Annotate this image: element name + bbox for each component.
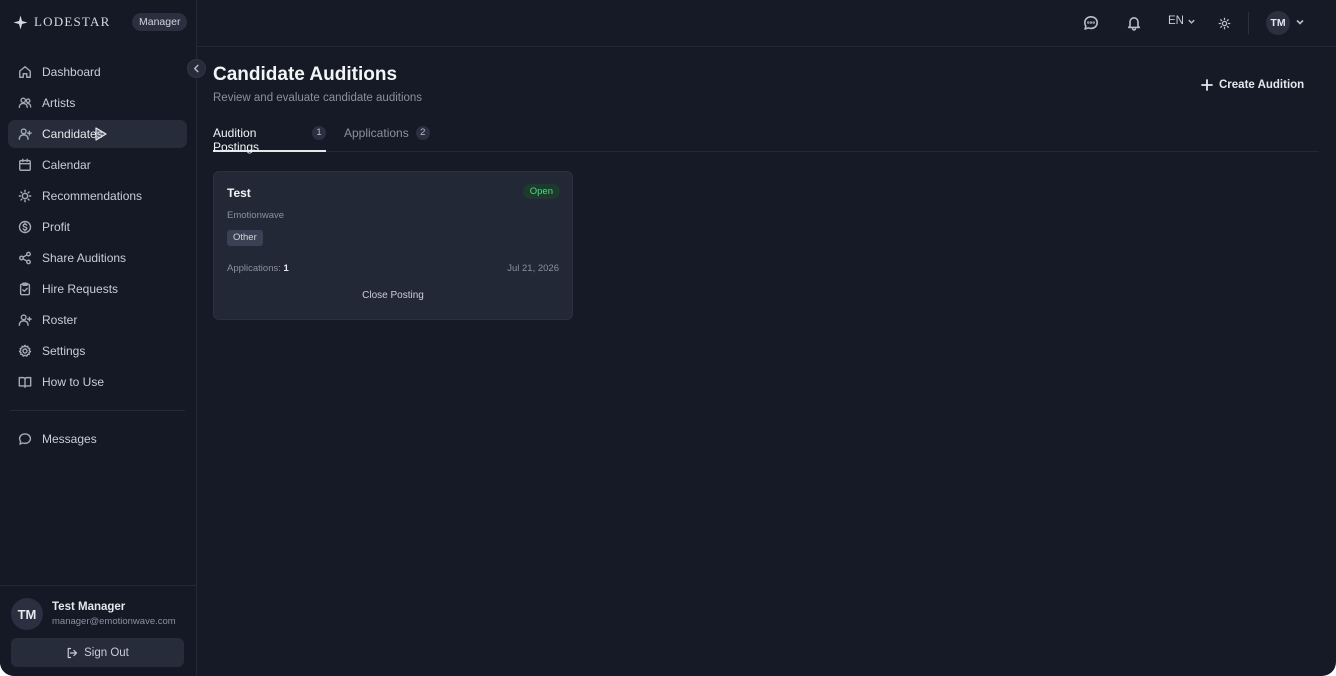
brand-logo[interactable]: LODESTAR xyxy=(13,11,110,33)
brand-name: LODESTAR xyxy=(34,14,111,29)
app-window: LODESTAR Manager Dashboard Artists Candi… xyxy=(0,0,1336,676)
tab-label: Audition Postings xyxy=(213,126,260,154)
sidebar-item-label: Share Auditions xyxy=(42,251,127,265)
sidebar-item-calendar[interactable]: Calendar xyxy=(8,151,187,179)
chat-button[interactable] xyxy=(1080,12,1102,34)
sidebar-item-hire-requests[interactable]: Hire Requests xyxy=(8,275,187,303)
tab-count-badge: 1 xyxy=(312,126,326,140)
sidebar-item-label: How to Use xyxy=(42,375,105,389)
user-menu-avatar[interactable]: TM xyxy=(1266,11,1290,35)
theme-toggle-button[interactable] xyxy=(1213,12,1235,34)
avatar[interactable]: TM xyxy=(11,598,43,630)
chevron-down-icon xyxy=(1188,19,1195,24)
bell-icon xyxy=(1127,17,1141,31)
share-icon xyxy=(18,251,32,265)
sidebar-item-recommendations[interactable]: Recommendations xyxy=(8,182,187,210)
language-selector[interactable]: EN xyxy=(1168,15,1196,27)
create-audition-label: Create Audition xyxy=(1219,79,1305,91)
posting-title: Test xyxy=(227,186,251,200)
sidebar-item-label: Roster xyxy=(42,313,78,327)
lightbulb-icon xyxy=(18,189,32,203)
home-icon xyxy=(18,65,32,79)
nav-divider xyxy=(10,410,185,411)
sidebar-item-label: Settings xyxy=(42,344,86,358)
create-audition-button[interactable]: Create Audition xyxy=(1201,74,1304,96)
sidebar-item-label: Recommendations xyxy=(42,189,143,203)
chat-icon xyxy=(1084,16,1098,30)
posting-date: Jul 21, 2026 xyxy=(507,263,559,274)
sparkle-icon xyxy=(13,14,28,30)
chevron-left-icon xyxy=(193,64,199,73)
sidebar-item-label: Candidates xyxy=(42,127,103,141)
status-badge: Open xyxy=(522,184,560,199)
sidebar-item-how-to-use[interactable]: How to Use xyxy=(8,368,187,396)
applications-count: Applications: 1 xyxy=(227,263,289,274)
sidebar-item-roster[interactable]: Roster xyxy=(8,306,187,334)
sign-out-button[interactable]: Sign Out xyxy=(11,638,184,667)
audition-posting-card[interactable]: Test Open Emotionwave Other Applications… xyxy=(213,171,573,320)
category-tag: Other xyxy=(227,230,263,246)
top-bar: EN TM xyxy=(197,0,1336,47)
gear-icon xyxy=(18,344,32,358)
tab-count-badge: 2 xyxy=(415,126,430,140)
plus-icon xyxy=(1201,79,1213,91)
close-posting-button[interactable]: Close Posting xyxy=(214,290,572,301)
mouse-cursor-icon xyxy=(95,127,107,141)
notifications-button[interactable] xyxy=(1123,12,1145,34)
page-subtitle: Review and evaluate candidate auditions xyxy=(213,92,423,104)
sign-out-icon xyxy=(67,647,78,658)
clipboard-icon xyxy=(18,282,32,296)
user-plus-icon xyxy=(18,127,32,141)
page-title: Candidate Auditions xyxy=(213,64,398,85)
role-badge: Manager xyxy=(132,13,188,31)
book-icon xyxy=(18,375,32,389)
user-email: manager@emotionwave.com xyxy=(52,616,176,627)
dollar-icon xyxy=(18,220,32,234)
message-icon xyxy=(18,432,32,446)
sidebar-item-label: Hire Requests xyxy=(42,282,119,296)
user-profile-box: TM Test Manager manager@emotionwave.com … xyxy=(0,585,197,676)
tab-label: Applications xyxy=(344,126,409,140)
calendar-icon xyxy=(18,158,32,172)
posting-organization: Emotionwave xyxy=(227,210,285,221)
tab-bar: Audition Postings 1 Applications 2 xyxy=(213,121,1319,154)
applications-label: Applications: xyxy=(227,263,281,274)
sun-icon xyxy=(1218,17,1230,29)
user-name: Test Manager xyxy=(52,601,126,613)
sidebar-nav: Dashboard Artists Candidates Calendar Re… xyxy=(8,58,187,456)
topbar-divider xyxy=(1248,12,1249,34)
sidebar-item-messages[interactable]: Messages xyxy=(8,425,187,453)
sidebar-item-label: Artists xyxy=(42,96,76,110)
sidebar-item-profit[interactable]: Profit xyxy=(8,213,187,241)
tab-applications[interactable]: Applications 2 xyxy=(344,121,430,152)
users-icon xyxy=(18,96,32,110)
applications-value: 1 xyxy=(283,263,289,274)
sidebar-item-label: Calendar xyxy=(42,158,91,172)
sidebar-item-artists[interactable]: Artists xyxy=(8,89,187,117)
sidebar-item-settings[interactable]: Settings xyxy=(8,337,187,365)
sidebar-item-dashboard[interactable]: Dashboard xyxy=(8,58,187,86)
sidebar: LODESTAR Manager Dashboard Artists Candi… xyxy=(0,0,197,676)
sidebar-collapse-button[interactable] xyxy=(187,59,206,78)
sign-out-label: Sign Out xyxy=(84,646,129,659)
sidebar-item-label: Profit xyxy=(42,220,71,234)
sidebar-item-share-auditions[interactable]: Share Auditions xyxy=(8,244,187,272)
sidebar-item-label: Messages xyxy=(42,432,97,446)
sidebar-item-label: Dashboard xyxy=(42,65,101,79)
language-label: EN xyxy=(1168,15,1184,27)
chevron-down-icon[interactable] xyxy=(1295,17,1305,27)
user-plus-icon xyxy=(18,313,32,327)
sidebar-item-candidates[interactable]: Candidates xyxy=(8,120,187,148)
tab-audition-postings[interactable]: Audition Postings 1 xyxy=(213,121,326,154)
